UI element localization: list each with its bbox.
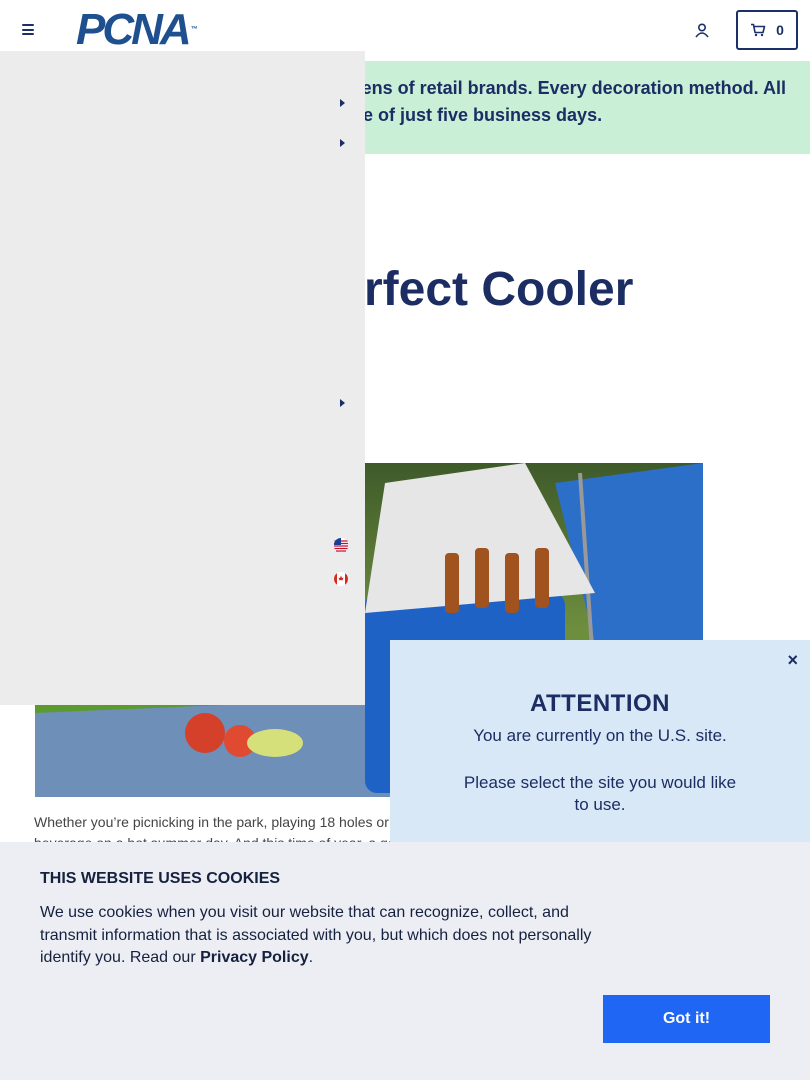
close-icon[interactable]: × (787, 650, 798, 671)
logo-tm: ™ (190, 26, 198, 33)
site-selection-popup: × ATTENTION You are currently on the U.S… (390, 640, 810, 850)
expand-caret-icon[interactable] (337, 138, 347, 148)
cart-icon (751, 23, 766, 37)
popup-heading: ATTENTION (529, 690, 671, 717)
us-flag-icon[interactable] (333, 538, 349, 552)
cart-count: 0 (776, 22, 784, 38)
popup-select-site-message: Please select the site you would like to… (463, 773, 737, 814)
got-it-button[interactable]: Got it! (603, 995, 770, 1043)
article-title: rfect Cooler (364, 263, 634, 316)
cookie-text: We use cookies when you visit our websit… (40, 904, 592, 966)
cookie-heading: THIS WEBSITE USES COOKIES (40, 870, 281, 887)
popup-current-site-message: You are currently on the U.S. site. (473, 726, 727, 745)
side-menu-panel (0, 51, 365, 705)
cart-button[interactable]: 0 (736, 10, 798, 50)
cookie-text-end: . (308, 949, 314, 966)
canada-flag-icon[interactable] (333, 572, 349, 586)
cookie-consent-banner: THIS WEBSITE USES COOKIES We use cookies… (0, 842, 810, 1080)
expand-caret-icon[interactable] (337, 98, 347, 108)
logo-text: PCNA (76, 5, 192, 54)
menu-hamburger-icon[interactable] (22, 24, 34, 35)
privacy-policy-link[interactable]: Privacy Policy (200, 949, 309, 966)
cookie-message: We use cookies when you visit our websit… (40, 902, 610, 970)
pcna-logo[interactable]: PCNA ™ (76, 8, 198, 52)
expand-caret-icon[interactable] (337, 398, 347, 408)
account-icon[interactable] (694, 22, 710, 38)
